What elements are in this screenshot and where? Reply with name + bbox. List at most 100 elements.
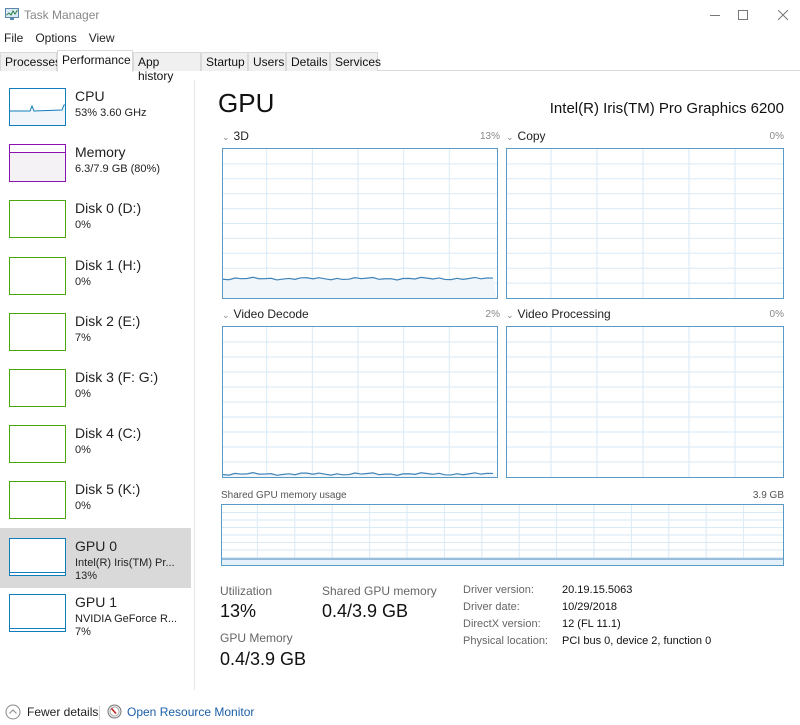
sidebar-item-gpu-0[interactable]: GPU 0 Intel(R) Iris(TM) Pr... 13%	[0, 527, 191, 588]
maximize-icon	[738, 9, 748, 20]
sidebar-thumbnail-graph	[9, 200, 66, 239]
sidebar-item-cpu[interactable]: CPU 53% 3.60 GHz	[0, 78, 191, 138]
tab-startup[interactable]: Startup	[201, 52, 248, 71]
sidebar-thumbnail-graph	[9, 312, 66, 351]
sidebar-item-detail: 0%	[75, 444, 91, 457]
sidebar-thumbnail-graph	[9, 88, 66, 126]
sidebar-thumbnail-graph	[9, 537, 66, 576]
graph-video-processing	[506, 326, 784, 478]
minimize-icon	[710, 14, 720, 16]
menu-file[interactable]: File	[0, 29, 27, 49]
graph-shared-memory	[221, 504, 784, 566]
chevron-down-icon: ⌄	[222, 310, 230, 320]
driver-version-label: Driver version:	[463, 584, 534, 596]
graph-label-video-processing[interactable]: ⌄ Video Processing	[506, 307, 611, 321]
menu-bar: File Options View	[0, 29, 119, 49]
utilization-label: Utilization	[220, 584, 273, 598]
task-manager-icon	[5, 8, 19, 20]
sidebar-thumbnail-graph	[9, 593, 66, 632]
sidebar-thumbnail-graph	[9, 481, 66, 520]
driver-date-value: 10/29/2018	[562, 601, 618, 613]
graph-percent-video-processing: 0%	[769, 309, 784, 320]
sidebar-thumbnail-graph	[9, 256, 66, 295]
window-title: Task Manager	[24, 8, 100, 22]
physical-location-label: Physical location:	[463, 635, 548, 647]
shared-memory-label: Shared GPU memory usage	[221, 490, 347, 501]
driver-date-label: Driver date:	[463, 601, 520, 613]
sidebar-item-name: Memory	[75, 144, 126, 161]
sidebar-item-gpu-1[interactable]: GPU 1 NVIDIA GeForce R... 7%	[0, 584, 191, 644]
usage-area	[223, 277, 497, 298]
shared-memory-stat-label: Shared GPU memory	[322, 584, 437, 598]
sidebar-item-name: Disk 4 (C:)	[75, 425, 142, 442]
sidebar-item-detail: 53% 3.60 GHz	[75, 107, 147, 119]
sidebar-item-detail: 0%	[75, 275, 91, 288]
chevron-down-icon: ⌄	[222, 132, 230, 142]
sidebar-item-detail: 0%	[75, 219, 91, 232]
gpu-model-name: Intel(R) Iris(TM) Pro Graphics 6200	[549, 100, 784, 117]
tab-app-history[interactable]: App history	[133, 52, 201, 83]
footer: Fewer details Open Resource Monitor	[0, 700, 800, 725]
chevron-up-circle-icon	[5, 704, 21, 720]
sidebar-item-disk-0-d[interactable]: Disk 0 (D:) 0%	[0, 190, 191, 250]
fewer-details-button[interactable]: Fewer details	[5, 704, 98, 720]
sidebar-item-percent: 13%	[75, 569, 98, 582]
sidebar-item-detail: 7%	[75, 331, 91, 344]
chevron-down-icon: ⌄	[506, 310, 514, 320]
sidebar-thumbnail-graph	[9, 369, 66, 407]
sidebar-item-detail: 0%	[75, 388, 91, 400]
shared-memory-fill	[222, 559, 783, 565]
resource-sidebar: CPU 53% 3.60 GHz Memory 6.3/7.9 GB (80%) Dis…	[0, 80, 192, 690]
sidebar-item-disk-1-h[interactable]: Disk 1 (H:) 0%	[0, 247, 191, 307]
tab-performance[interactable]: Performance	[57, 50, 133, 72]
page-title: GPU	[218, 88, 275, 118]
graph-video-decode	[222, 326, 498, 478]
graph-3d	[222, 148, 498, 299]
graph-percent-video-decode: 2%	[485, 309, 500, 320]
sidebar-item-name: GPU 0	[75, 537, 118, 554]
title-bar: Task Manager	[0, 0, 800, 29]
sidebar-item-name: Disk 1 (H:)	[75, 256, 142, 273]
directx-version-label: DirectX version:	[463, 618, 541, 630]
sidebar-item-detail: 0%	[75, 500, 91, 513]
sidebar-item-disk-2-e[interactable]: Disk 2 (E:) 7%	[0, 303, 191, 363]
footer-separator	[99, 706, 100, 720]
graph-copy	[506, 148, 784, 299]
tab-users[interactable]: Users	[248, 52, 286, 71]
shared-memory-stat-value: 0.4/3.9 GB	[322, 601, 409, 621]
sidebar-item-memory[interactable]: Memory 6.3/7.9 GB (80%)	[0, 134, 191, 194]
sidebar-divider	[194, 80, 195, 690]
graph-percent-3d: 13%	[479, 131, 500, 142]
sidebar-thumbnail-graph	[9, 425, 66, 464]
tab-bar: Processes Performance App history Startu…	[0, 50, 800, 83]
graph-label-copy[interactable]: ⌄ Copy	[506, 129, 546, 143]
sidebar-item-disk-3-f-g[interactable]: Disk 3 (F: G:) 0%	[0, 359, 191, 419]
driver-version-value: 20.19.15.5063	[562, 584, 633, 596]
close-icon	[778, 9, 788, 20]
sidebar-item-name: Disk 5 (K:)	[75, 481, 141, 498]
sidebar-item-detail: 6.3/7.9 GB (80%)	[75, 163, 160, 176]
menu-view[interactable]: View	[81, 29, 119, 49]
close-button[interactable]	[760, 0, 800, 29]
resource-monitor-icon	[107, 704, 122, 719]
tab-details[interactable]: Details	[286, 52, 330, 71]
sidebar-item-name: Disk 2 (E:)	[75, 312, 141, 329]
sidebar-item-name: CPU	[75, 88, 105, 104]
graph-label-3d[interactable]: ⌄ 3D	[222, 129, 249, 143]
sidebar-item-disk-5-k[interactable]: Disk 5 (K:) 0%	[0, 471, 191, 531]
chevron-down-icon: ⌄	[506, 132, 514, 142]
graph-label-video-decode[interactable]: ⌄ Video Decode	[222, 307, 309, 321]
sidebar-item-percent: 7%	[75, 625, 91, 638]
sidebar-item-disk-4-c[interactable]: Disk 4 (C:) 0%	[0, 415, 191, 475]
open-resource-monitor-link[interactable]: Open Resource Monitor	[107, 704, 254, 719]
sidebar-item-name: Disk 0 (D:)	[75, 200, 142, 217]
sidebar-item-name: Disk 3 (F: G:)	[75, 369, 159, 385]
shared-memory-max: 3.9 GB	[752, 490, 784, 501]
sidebar-item-name: GPU 1	[75, 593, 118, 610]
sidebar-item-detail: Intel(R) Iris(TM) Pr...	[75, 556, 175, 569]
tab-services[interactable]: Services	[330, 52, 381, 71]
menu-options[interactable]: Options	[27, 29, 80, 49]
tab-processes[interactable]: Processes	[0, 52, 61, 71]
gpu-memory-value: 0.4/3.9 GB	[220, 649, 307, 669]
directx-version-value: 12 (FL 11.1)	[562, 618, 621, 630]
